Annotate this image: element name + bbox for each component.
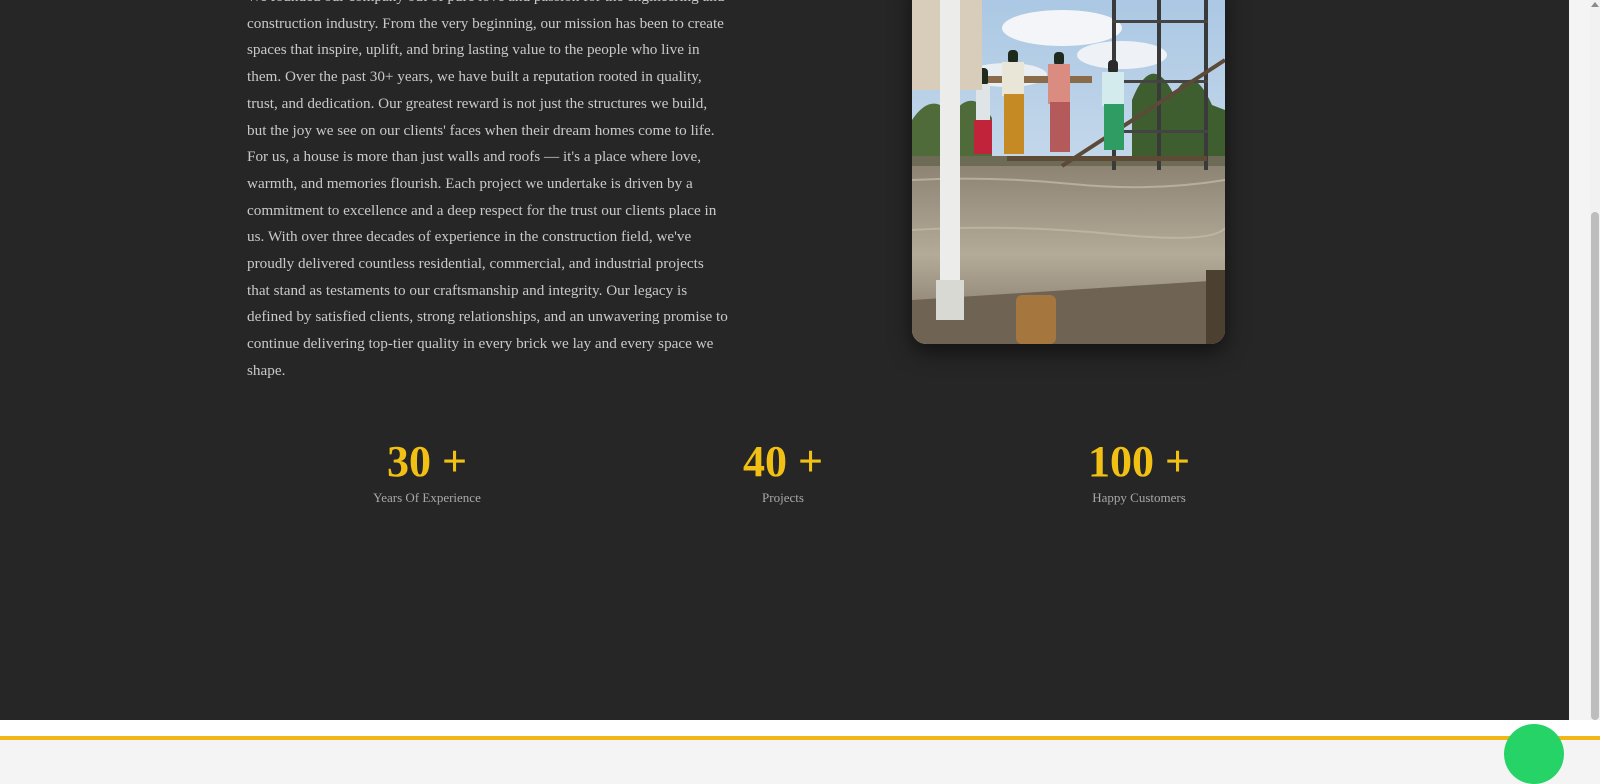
stat-label: Years Of Experience	[373, 490, 481, 505]
about-line: them. Over the past 30+ years, we have b…	[247, 68, 702, 86]
about-line: defined by satisfied clients, strong rel…	[247, 308, 728, 326]
footer-accent-line	[0, 736, 1600, 740]
construction-site-photo	[912, 0, 1225, 344]
about-paragraph: We founded our company out of pure love …	[247, 0, 747, 385]
about-line: We founded our company out of pure love …	[247, 0, 747, 11]
stat-label: Projects	[762, 490, 804, 505]
stat-value: 100 +	[1087, 437, 1191, 486]
stat-customers: 100 + Happy Customers	[1019, 436, 1259, 506]
about-line: spaces that inspire, uplift, and bring l…	[247, 41, 700, 59]
stat-projects: 40 + Projects	[663, 436, 903, 506]
whatsapp-icon[interactable]	[1504, 724, 1564, 784]
about-line: continue delivering top-tier quality in …	[247, 335, 714, 353]
scroll-up-icon[interactable]	[1591, 2, 1599, 7]
about-line: that stand as testaments to our craftsma…	[247, 281, 688, 299]
about-line: proudly delivered countless residential,…	[247, 255, 704, 273]
about-line: but the joy we see on our clients' faces…	[247, 121, 715, 139]
about-section: We founded our company out of pure love …	[0, 0, 1569, 720]
stat-label: Happy Customers	[1092, 490, 1186, 505]
about-line: warmth, and memories flourish. Each proj…	[247, 174, 693, 192]
about-line: construction industry. From the very beg…	[247, 14, 724, 32]
stat-years: 30 + Years Of Experience	[307, 436, 547, 506]
about-line: commitment to excellence and a deep resp…	[247, 201, 717, 219]
stat-value: 30 +	[386, 437, 468, 486]
about-line: us. With over three decades of experienc…	[247, 228, 692, 246]
about-line: trust, and dedication. Our greatest rewa…	[247, 94, 708, 112]
stat-value: 40 +	[742, 437, 824, 486]
about-line: For us, a house is more than just walls …	[247, 148, 702, 166]
about-line: shape.	[247, 361, 286, 379]
scrollbar-thumb[interactable]	[1591, 212, 1599, 720]
